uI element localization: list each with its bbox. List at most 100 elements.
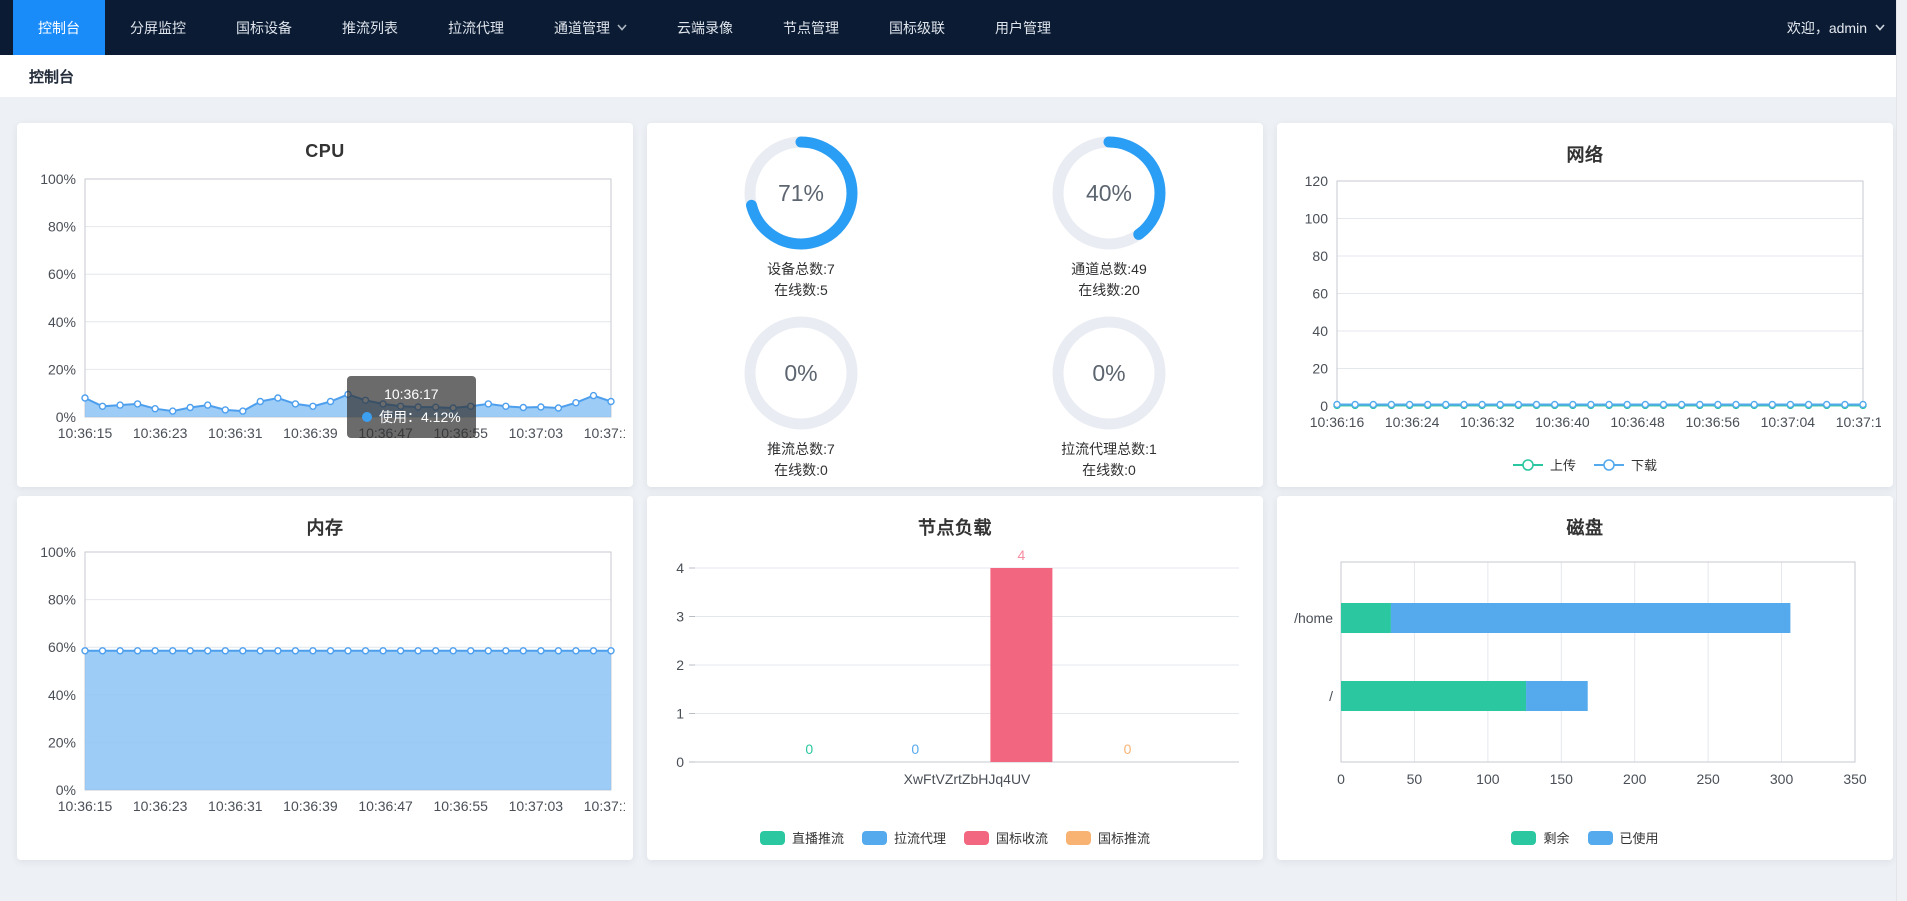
- gauge-pull-proxies: 0%拉流代理总数:1在线数:0: [955, 307, 1263, 487]
- page-scrollbar[interactable]: [1896, 0, 1907, 901]
- legend-swatch: [862, 831, 887, 845]
- nav-item-gb-device[interactable]: 国标设备: [211, 0, 317, 55]
- legend-item-pull-proxy[interactable]: 拉流代理: [862, 828, 946, 847]
- nav-item-split-monitor[interactable]: 分屏监控: [105, 0, 211, 55]
- nav-menu: 控制台 分屏监控 国标设备 推流列表拉流代理 通道管理 云端录像 节点管理 国标级联用户管理: [0, 0, 1076, 55]
- svg-text:10:36:32: 10:36:32: [1460, 414, 1515, 430]
- legend-item-free[interactable]: 剩余: [1511, 828, 1569, 847]
- legend-label: 直播推流: [792, 828, 844, 847]
- legend-item-gb-receive[interactable]: 国标收流: [964, 828, 1048, 847]
- svg-text:1: 1: [676, 706, 684, 722]
- channels-gauge-svg: 40%: [1049, 133, 1169, 253]
- gauge-push-streams: 0%推流总数:7在线数:0: [647, 307, 955, 487]
- legend-label: 国标收流: [996, 828, 1048, 847]
- network-chart-svg[interactable]: 02040608010012010:36:1610:36:2410:36:321…: [1289, 169, 1881, 451]
- disk-chart-svg[interactable]: 050100150200250300350/home/: [1289, 542, 1885, 810]
- nav-item-label: 国标设备: [236, 18, 292, 38]
- panel-title-node-load: 节点负载: [647, 514, 1263, 540]
- svg-text:10:36:55: 10:36:55: [433, 425, 488, 441]
- svg-text:200: 200: [1623, 771, 1647, 787]
- svg-text:10:37:03: 10:37:03: [509, 425, 564, 441]
- panel-title-network: 网络: [1277, 141, 1893, 167]
- legend-item-download[interactable]: 下载: [1594, 455, 1657, 474]
- legend-label: 上传: [1550, 455, 1576, 474]
- disk-chart[interactable]: 050100150200250300350/home/: [1289, 542, 1885, 815]
- panel-memory: 内存 0%20%40%60%80%100%10:36:1510:36:2310:…: [17, 496, 633, 860]
- svg-text:3: 3: [676, 609, 684, 625]
- svg-text:60: 60: [1312, 286, 1328, 302]
- gauge-label-line: 在线数:0: [774, 460, 828, 481]
- svg-text:40%: 40%: [48, 314, 76, 330]
- gauge-grid: 71%设备总数:7在线数:540%通道总数:49在线数:200%推流总数:7在线…: [647, 127, 1263, 487]
- network-chart[interactable]: 02040608010012010:36:1610:36:2410:36:321…: [1289, 169, 1881, 456]
- legend-label: 下载: [1631, 455, 1657, 474]
- svg-text:2: 2: [676, 657, 684, 673]
- svg-text:120: 120: [1305, 173, 1329, 189]
- legend-line-marker: [1594, 458, 1624, 472]
- cpu-chart-svg[interactable]: 0%20%40%60%80%100%10:36:1510:36:2310:36:…: [29, 169, 625, 459]
- nav-item-channel-mgmt[interactable]: 通道管理: [529, 0, 652, 55]
- svg-text:10:36:56: 10:36:56: [1685, 414, 1740, 430]
- nav-item-gb-cascade[interactable]: 国标级联: [864, 0, 970, 55]
- nav-item-label: 节点管理: [783, 18, 839, 38]
- svg-text:0: 0: [1320, 398, 1328, 414]
- svg-text:4: 4: [676, 560, 684, 576]
- breadcrumb: 控制台: [29, 66, 74, 87]
- legend-swatch: [1511, 831, 1536, 845]
- svg-text:4: 4: [1018, 547, 1026, 563]
- legend-item-used[interactable]: 已使用: [1588, 828, 1659, 847]
- cpu-chart[interactable]: 0%20%40%60%80%100%10:36:1510:36:2310:36:…: [29, 169, 625, 464]
- svg-text:100%: 100%: [40, 171, 76, 187]
- svg-text:10:36:47: 10:36:47: [358, 425, 413, 441]
- svg-text:20%: 20%: [48, 734, 76, 750]
- push-streams-gauge-svg: 0%: [741, 313, 861, 433]
- panel-node-load: 节点负载 012340040XwFtVZrtZbHJq4UV 直播推流拉流代理国…: [647, 496, 1263, 860]
- load-chart-svg[interactable]: 012340040XwFtVZrtZbHJq4UV: [659, 542, 1255, 810]
- gauge-label-line: 设备总数:7: [767, 259, 835, 280]
- panel-title-cpu: CPU: [17, 141, 633, 162]
- nav-item-label: 通道管理: [554, 18, 610, 38]
- legend-item-live-push[interactable]: 直播推流: [760, 828, 844, 847]
- svg-text:10:37:13: 10:37:13: [584, 798, 625, 814]
- svg-text:10:36:47: 10:36:47: [358, 798, 413, 814]
- svg-text:20: 20: [1312, 361, 1328, 377]
- nav-item-push-list[interactable]: 推流列表: [317, 0, 423, 55]
- legend-item-upload[interactable]: 上传: [1513, 455, 1576, 474]
- svg-text:10:37:14: 10:37:14: [1836, 414, 1881, 430]
- svg-text:80: 80: [1312, 248, 1328, 264]
- memory-chart-svg[interactable]: 0%20%40%60%80%100%10:36:1510:36:2310:36:…: [29, 542, 625, 832]
- legend-swatch: [760, 831, 785, 845]
- svg-text:100%: 100%: [40, 544, 76, 560]
- svg-text:0: 0: [805, 741, 813, 757]
- legend-swatch: [1066, 831, 1091, 845]
- memory-chart[interactable]: 0%20%40%60%80%100%10:36:1510:36:2310:36:…: [29, 542, 625, 837]
- svg-text:150: 150: [1550, 771, 1574, 787]
- legend-item-gb-push[interactable]: 国标推流: [1066, 828, 1150, 847]
- svg-text:0%: 0%: [56, 782, 76, 798]
- nav-item-pull-proxy[interactable]: 拉流代理: [423, 0, 529, 55]
- breadcrumb-bar: 控制台: [0, 55, 1896, 97]
- svg-text:10:36:55: 10:36:55: [433, 798, 488, 814]
- svg-text:10:37:03: 10:37:03: [509, 798, 564, 814]
- node-load-chart[interactable]: 012340040XwFtVZrtZbHJq4UV: [659, 542, 1255, 815]
- svg-text:20%: 20%: [48, 361, 76, 377]
- gauge-label-line: 在线数:5: [774, 280, 828, 301]
- nav-item-cloud-record[interactable]: 云端录像: [652, 0, 758, 55]
- gauge-channels: 40%通道总数:49在线数:20: [955, 127, 1263, 307]
- svg-text:0: 0: [911, 741, 919, 757]
- nav-item-user-mgmt[interactable]: 用户管理: [970, 0, 1076, 55]
- nav-item-label: 控制台: [38, 18, 80, 38]
- user-menu[interactable]: 欢迎，admin: [1787, 0, 1885, 55]
- nav-item-console[interactable]: 控制台: [13, 0, 105, 55]
- svg-text:10:36:31: 10:36:31: [208, 425, 263, 441]
- nav-item-node-mgmt[interactable]: 节点管理: [758, 0, 864, 55]
- svg-text:0: 0: [676, 754, 684, 770]
- svg-text:40: 40: [1312, 323, 1328, 339]
- legend-label: 拉流代理: [894, 828, 946, 847]
- svg-text:10:36:39: 10:36:39: [283, 425, 338, 441]
- dashboard: CPU 0%20%40%60%80%100%10:36:1510:36:2310…: [17, 123, 1893, 860]
- svg-text:60%: 60%: [48, 639, 76, 655]
- svg-text:250: 250: [1696, 771, 1720, 787]
- svg-text:/home: /home: [1294, 610, 1333, 626]
- legend-label: 已使用: [1620, 828, 1659, 847]
